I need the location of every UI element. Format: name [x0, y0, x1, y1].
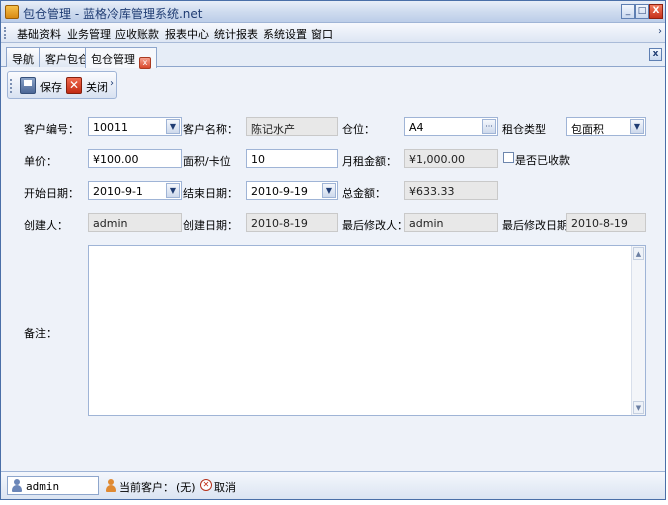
menu-reports[interactable]: 报表中心	[165, 26, 209, 42]
tab-close-icon[interactable]: x	[139, 57, 151, 69]
tab-lease-management[interactable]: 包仓管理 x	[85, 47, 157, 69]
unit-price-input[interactable]: ¥100.00	[88, 149, 182, 168]
total-label: 总金额：	[342, 187, 386, 200]
chevron-down-icon[interactable]: ▼	[322, 183, 336, 198]
menu-statistics[interactable]: 统计报表	[214, 26, 258, 42]
customer-name-field: 陈记水产	[246, 117, 338, 136]
menu-receivables[interactable]: 应收账款	[115, 26, 159, 42]
window-title: 包仓管理 - 蓝格冷库管理系统.net	[23, 7, 203, 21]
last-modifier-field: admin	[404, 213, 498, 232]
minimize-button[interactable]: _	[621, 4, 635, 19]
tab-strip: 导航 客户包仓 包仓管理 x x	[1, 43, 665, 69]
notes-textarea[interactable]: ▲ ▼	[88, 245, 646, 416]
location-value: A4	[409, 121, 424, 134]
notes-label: 备注：	[24, 327, 57, 340]
menu-grip[interactable]	[4, 27, 7, 39]
current-customer-value: (无)	[176, 481, 196, 494]
chevron-down-icon[interactable]: ▼	[166, 183, 180, 198]
scroll-down-icon[interactable]: ▼	[633, 401, 644, 414]
menu-settings[interactable]: 系统设置	[263, 26, 307, 42]
notes-scrollbar[interactable]: ▲ ▼	[631, 246, 645, 415]
toolbar: 保存 ✕ 关闭 ›	[7, 71, 117, 99]
collected-label: 是否已收款	[515, 154, 570, 167]
tab-label: 包仓管理	[91, 53, 135, 66]
menu-basic-data[interactable]: 基础资料	[17, 26, 61, 42]
end-date-value: 2010-9-19	[251, 185, 308, 198]
start-date-picker[interactable]: 2010-9-1 ▼	[88, 181, 182, 200]
scroll-up-icon[interactable]: ▲	[633, 247, 644, 260]
customer-no-value: 10011	[93, 121, 128, 134]
toolbar-overflow-arrow[interactable]: ›	[110, 78, 114, 89]
menu-bar: 基础资料 业务管理 应收账款 报表中心 统计报表 系统设置 窗口 ›	[1, 23, 665, 43]
cancel-link[interactable]: 取消	[214, 479, 236, 495]
chevron-down-icon[interactable]: ▼	[630, 119, 644, 134]
lease-type-select[interactable]: 包面积 ▼	[566, 117, 646, 136]
last-modifier-label: 最后修改人：	[342, 219, 408, 232]
app-window: 包仓管理 - 蓝格冷库管理系统.net _ □ X 基础资料 业务管理 应收账款…	[0, 0, 666, 500]
customer-no-label: 客户编号：	[24, 123, 79, 136]
title-bar: 包仓管理 - 蓝格冷库管理系统.net _ □ X	[1, 1, 665, 23]
created-date-field: 2010-8-19	[246, 213, 338, 232]
current-customer-label: 当前客户：	[119, 481, 174, 494]
chevron-down-icon[interactable]: ▼	[166, 119, 180, 134]
area-input[interactable]: 10	[246, 149, 338, 168]
close-window-button[interactable]: X	[649, 4, 663, 19]
last-modified-date-field: 2010-8-19	[566, 213, 646, 232]
save-icon	[20, 77, 36, 94]
creator-field: admin	[88, 213, 182, 232]
area-label: 面积/卡位	[183, 155, 231, 168]
person-icon	[11, 479, 23, 493]
close-label: 关闭	[86, 81, 108, 94]
created-date-label: 创建日期：	[183, 219, 238, 232]
save-button[interactable]: 保存	[20, 76, 64, 96]
status-bar: admin 当前客户： (无) ✕ 取消	[1, 471, 665, 499]
tab-label: 客户包仓	[45, 53, 89, 66]
total-field: ¥633.33	[404, 181, 498, 200]
customer-no-select[interactable]: 10011 ▼	[88, 117, 182, 136]
tab-label: 导航	[12, 53, 34, 66]
menu-window[interactable]: 窗口	[311, 26, 333, 42]
start-date-label: 开始日期：	[24, 187, 79, 200]
current-user-box: admin	[7, 476, 99, 495]
monthly-rent-field: ¥1,000.00	[404, 149, 498, 168]
current-user: admin	[26, 480, 60, 493]
start-date-value: 2010-9-1	[93, 185, 143, 198]
close-icon: ✕	[66, 77, 82, 94]
customer-person-icon	[105, 479, 117, 493]
lease-type-label: 租仓类型	[502, 123, 546, 136]
toolbar-grip[interactable]	[10, 79, 13, 93]
customer-name-label: 客户名称：	[183, 123, 238, 136]
location-picker[interactable]: A4 ···	[404, 117, 498, 136]
lease-type-value: 包面积	[571, 123, 604, 136]
end-date-label: 结束日期：	[183, 187, 238, 200]
ellipsis-icon[interactable]: ···	[482, 119, 496, 134]
monthly-rent-label: 月租金额：	[342, 155, 397, 168]
close-all-tabs-icon[interactable]: x	[649, 48, 662, 61]
collected-checkbox[interactable]	[503, 152, 514, 163]
menu-overflow-arrow[interactable]: ›	[658, 26, 662, 37]
creator-label: 创建人：	[24, 219, 68, 232]
app-icon	[5, 5, 19, 19]
save-label: 保存	[40, 81, 62, 94]
close-button[interactable]: ✕ 关闭	[66, 76, 110, 96]
end-date-picker[interactable]: 2010-9-19 ▼	[246, 181, 338, 200]
restore-button[interactable]: □	[635, 4, 649, 19]
location-label: 仓位：	[342, 123, 375, 136]
cancel-icon[interactable]: ✕	[200, 479, 212, 491]
unit-price-label: 单价：	[24, 155, 57, 168]
menu-business[interactable]: 业务管理	[67, 26, 111, 42]
tab-navigation[interactable]: 导航	[6, 47, 40, 67]
